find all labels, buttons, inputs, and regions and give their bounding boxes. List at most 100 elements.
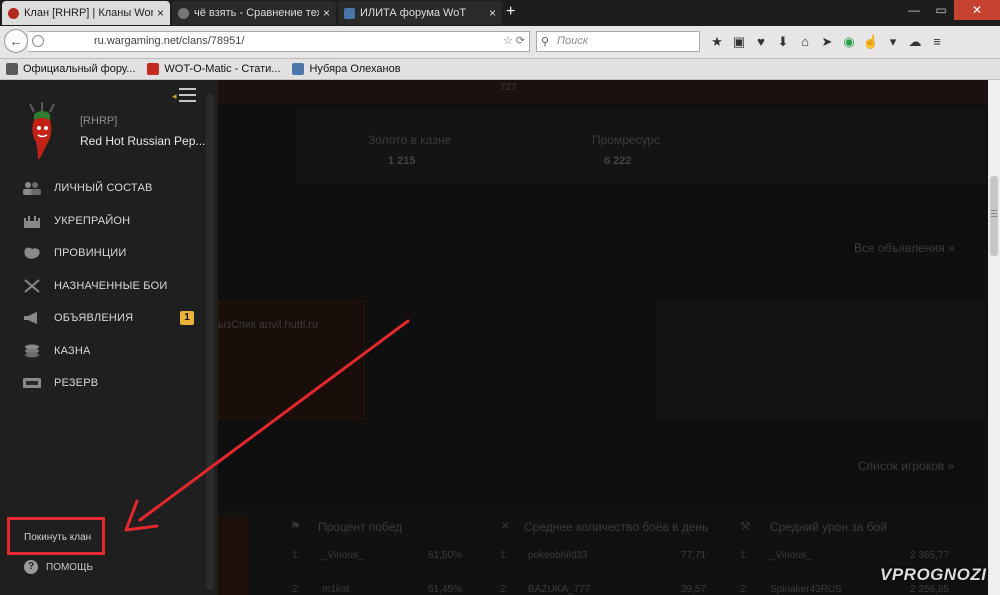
site-identity-icon[interactable] (32, 35, 44, 47)
search-placeholder: Поиск (557, 35, 588, 47)
wot-favicon-icon (178, 7, 189, 19)
battles-rank-2: 2. (500, 584, 509, 595)
gesture-icon[interactable]: ☝ (862, 33, 880, 51)
announcement-text: ызСпик anvil.hutti.ru (218, 319, 319, 331)
tab-title: ИЛИТА форума WoT (360, 7, 467, 19)
damage-value-1: 2 365,77 (910, 550, 949, 561)
minimize-button[interactable]: — (900, 0, 928, 20)
winrate-rank-1: 1. (292, 550, 301, 561)
maximize-button[interactable]: ▭ (928, 0, 954, 20)
announcements-count-badge: 1 (180, 311, 194, 325)
address-bar[interactable]: ru.wargaming.net/clans/78951/ ☆ ⟳ (28, 31, 530, 52)
sidebar-item-label: ПРОВИНЦИИ (54, 247, 127, 260)
search-box[interactable]: ⚲ Поиск (536, 31, 700, 52)
sidebar-item-scheduled-battles[interactable]: НАЗНАЧЕННЫЕ БОИ (0, 270, 208, 303)
reload-icon[interactable]: ☆ ⟳ (503, 34, 525, 47)
bookmark-vk[interactable]: Нубяра Олеханов (292, 63, 401, 75)
menu-icon[interactable]: ≡ (928, 33, 946, 51)
scrollbar-grip-icon (991, 210, 997, 219)
battles-value-2: 39,57 (681, 584, 707, 595)
sidebar-item-reserve[interactable]: РЕЗЕРВ (0, 367, 208, 400)
bookmark-label: WOT-O-Matic - Стати... (164, 63, 281, 75)
vk-favicon-icon (344, 7, 355, 19)
bookmarks-list-icon[interactable]: ▣ (730, 33, 748, 51)
winrate-value-2: 61,45% (428, 584, 462, 595)
tab-vk[interactable]: ИЛИТА форума WoT × (338, 1, 502, 25)
collapse-arrow-icon: ◂ (172, 91, 177, 101)
sidebar-item-label: РЕЗЕРВ (54, 377, 99, 390)
new-tab-button[interactable]: + (506, 3, 515, 21)
coins-icon (22, 344, 42, 358)
industrial-value: 6 222 (604, 155, 632, 167)
page-scrollbar[interactable] (988, 80, 1000, 595)
clan-name[interactable]: Red Hot Russian Pep... (80, 134, 205, 148)
damage-name-1[interactable]: _Vinous_ (770, 550, 812, 561)
reserve-icon (22, 376, 42, 390)
battles-rank-1: 1. (500, 550, 509, 561)
download-icon[interactable]: ⬇ (774, 33, 792, 51)
sidebar-scrollbar[interactable] (206, 94, 214, 590)
crossed-swords-icon (22, 278, 42, 293)
clan-sidebar: ◂ [RHRP] Red Hot Russian Pep... ЛИЧНЫЙ С… (0, 80, 218, 595)
leave-clan-label: Покинуть клан (24, 532, 92, 543)
chat-icon[interactable]: ☁ (906, 33, 924, 51)
sidebar-item-fortress[interactable]: УКРЕПРАЙОН (0, 205, 208, 238)
watermark: VPROGNOZI (880, 565, 987, 584)
bookmark-star-icon[interactable]: ★ (708, 33, 726, 51)
pocket-icon[interactable]: ♥ (752, 33, 770, 51)
wargaming-favicon-icon (8, 7, 19, 19)
winrate-name-2[interactable]: m1kot (322, 584, 349, 595)
close-tab-icon[interactable]: × (157, 6, 164, 20)
sidebar-item-announcements[interactable]: ОБЪЯВЛЕНИЯ 1 (0, 302, 208, 335)
bookmark-label: Нубяра Олеханов (309, 63, 401, 75)
close-tab-icon[interactable]: × (489, 6, 496, 20)
battles-name-1[interactable]: pokeobhild33 (528, 550, 588, 561)
sidebar-item-label: ЛИЧНЫЙ СОСТАВ (54, 182, 153, 195)
damage-value-2: 2 256,85 (910, 584, 949, 595)
fortress-icon (22, 214, 42, 228)
sidebar-item-provinces[interactable]: ПРОВИНЦИИ (0, 237, 208, 270)
winrate-rank-2: 2. (292, 584, 301, 595)
trophy-icon: ⚑ (290, 519, 301, 533)
hamburger-icon (179, 88, 196, 106)
announcement-card (218, 300, 365, 420)
vk-icon (292, 63, 305, 75)
winrate-name-1[interactable]: _Vinous_ (322, 550, 364, 561)
crossed-swords-icon: ✕ (500, 519, 511, 533)
bookmarks-bar: Официальный фору... WOT-O-Matic - Стати.… (0, 59, 1000, 80)
battles-name-2[interactable]: BAZUKA_777 (528, 584, 590, 595)
tab-title: чё взять - Сравнение техн... (194, 7, 319, 19)
industrial-label: Промресурс (592, 133, 661, 147)
damage-title: Средний урон за бой (770, 520, 888, 534)
clan-emblem-pepper-icon (29, 102, 55, 160)
leave-clan-button[interactable]: Покинуть клан (7, 517, 105, 555)
dropdown-chevron-icon[interactable]: ▾ (884, 33, 902, 51)
damage-name-2[interactable]: Spinaker43RUS (770, 584, 842, 595)
home-icon[interactable]: ⌂ (796, 33, 814, 51)
help-icon: ? (24, 560, 38, 574)
map-icon (22, 246, 42, 260)
gold-label: Золото в казне (368, 133, 452, 147)
tab-comparison[interactable]: чё взять - Сравнение техн... × (172, 1, 336, 25)
addon-icon[interactable]: ◉ (840, 33, 858, 51)
bookmark-wot-o-matic[interactable]: WOT-O-Matic - Стати... (147, 63, 280, 75)
megaphone-icon (22, 311, 42, 325)
sidebar-menu: ЛИЧНЫЙ СОСТАВ УКРЕПРАЙОН ПРОВИНЦИИ НАЗНА… (0, 172, 208, 400)
all-announcements-link[interactable]: Все объявления » (854, 241, 955, 255)
help-label: ПОМОЩЬ (46, 561, 94, 573)
clan-tag: [RHRP] (80, 115, 118, 127)
back-button[interactable]: ← (4, 29, 28, 53)
battles-value-1: 77,71 (681, 550, 707, 561)
send-icon[interactable]: ➤ (818, 33, 836, 51)
tab-clan-page[interactable]: Клан [RHRP] | Кланы Worl... × (2, 1, 170, 25)
help-link[interactable]: ? ПОМОЩЬ (24, 560, 93, 574)
sidebar-item-members[interactable]: ЛИЧНЫЙ СОСТАВ (0, 172, 208, 205)
url-text: ru.wargaming.net/clans/78951/ (94, 35, 245, 47)
close-window-button[interactable]: ✕ (954, 0, 1000, 20)
bookmark-official-forum[interactable]: Официальный фору... (6, 63, 135, 75)
battles-title: Среднее количество боёв в день (524, 520, 709, 534)
players-list-link[interactable]: Список игроков » (858, 459, 954, 473)
tab-title: Клан [RHRP] | Кланы Worl... (24, 7, 153, 19)
sidebar-item-treasury[interactable]: КАЗНА (0, 335, 208, 368)
close-tab-icon[interactable]: × (323, 6, 330, 20)
